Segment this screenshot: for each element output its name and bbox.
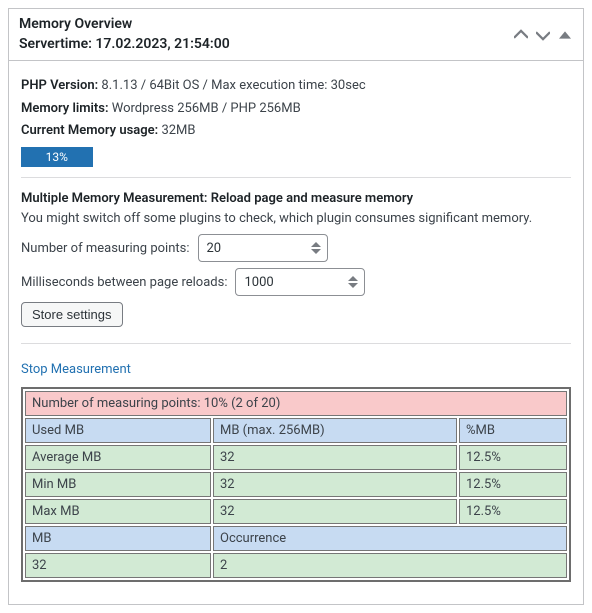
points-row: Number of measuring points: 20 [21, 234, 571, 262]
memory-overview-box: Memory Overview Servertime: 17.02.2023, … [8, 8, 584, 605]
move-down-icon[interactable] [535, 27, 551, 43]
store-row: Store settings [21, 302, 571, 327]
measurement-table: Number of measuring points: 10% (2 of 20… [21, 387, 571, 582]
multi-hint: You might switch off some plugins to che… [21, 211, 571, 226]
hdr-max: MB (max. 256MB) [213, 418, 457, 443]
box-header: Memory Overview Servertime: 17.02.2023, … [9, 9, 583, 61]
points-input-value: 20 [207, 241, 222, 256]
ms-row: Milliseconds between page reloads: 1000 [21, 268, 571, 296]
current-memory-label: Current Memory usage: [21, 123, 158, 138]
stop-measurement-link[interactable]: Stop Measurement [21, 362, 571, 377]
table-row-header: Used MB MB (max. 256MB) %MB [25, 418, 567, 443]
move-up-icon[interactable] [513, 27, 529, 43]
php-section: PHP Version: 8.1.13 / 64Bit OS / Max exe… [21, 61, 571, 177]
summary-cell: Number of measuring points: 10% (2 of 20… [25, 391, 567, 416]
spinner-icon[interactable] [311, 242, 323, 254]
hdr-mb: Used MB [25, 418, 211, 443]
toggle-collapse-icon[interactable] [557, 27, 573, 43]
store-settings-button[interactable]: Store settings [21, 302, 123, 327]
ms-input-value: 1000 [244, 275, 273, 290]
ms-label: Milliseconds between page reloads: [21, 275, 227, 290]
table-row: Average MB 32 12.5% [25, 445, 567, 470]
memory-limits-value: Wordpress 256MB / PHP 256MB [112, 101, 301, 116]
multi-measurement-section: Multiple Memory Measurement: Reload page… [21, 177, 571, 344]
php-version-line: PHP Version: 8.1.13 / 64Bit OS / Max exe… [21, 76, 571, 96]
memory-limits-label: Memory limits: [21, 101, 109, 116]
current-memory-value: 32MB [161, 123, 195, 138]
hdr-pct: %MB [459, 418, 567, 443]
current-memory-line: Current Memory usage: 32MB [21, 121, 571, 141]
table-row-summary: Number of measuring points: 10% (2 of 20… [25, 391, 567, 416]
memory-progress: 13% [21, 147, 571, 167]
multi-heading: Multiple Memory Measurement: Reload page… [21, 189, 571, 209]
points-label: Number of measuring points: [21, 241, 190, 256]
ms-input[interactable]: 1000 [235, 268, 365, 296]
header-actions [513, 27, 573, 43]
table-row-occ-header: MB Occurrence [25, 526, 567, 551]
php-version-label: PHP Version: [21, 78, 98, 93]
box-content: PHP Version: 8.1.13 / 64Bit OS / Max exe… [9, 61, 583, 604]
title-line-1: Memory Overview [19, 16, 132, 32]
memory-limits-line: Memory limits: Wordpress 256MB / PHP 256… [21, 99, 571, 119]
php-version-value: 8.1.13 / 64Bit OS / Max execution time: … [101, 78, 365, 93]
memory-progress-fill: 13% [21, 147, 93, 167]
title-line-2: Servertime: 17.02.2023, 21:54:00 [19, 36, 230, 52]
table-row: Max MB 32 12.5% [25, 499, 567, 524]
spinner-icon[interactable] [348, 276, 360, 288]
results-section: Stop Measurement Number of measuring poi… [21, 343, 571, 592]
table-row: Min MB 32 12.5% [25, 472, 567, 497]
box-title: Memory Overview Servertime: 17.02.2023, … [19, 15, 230, 54]
points-input[interactable]: 20 [198, 234, 328, 262]
